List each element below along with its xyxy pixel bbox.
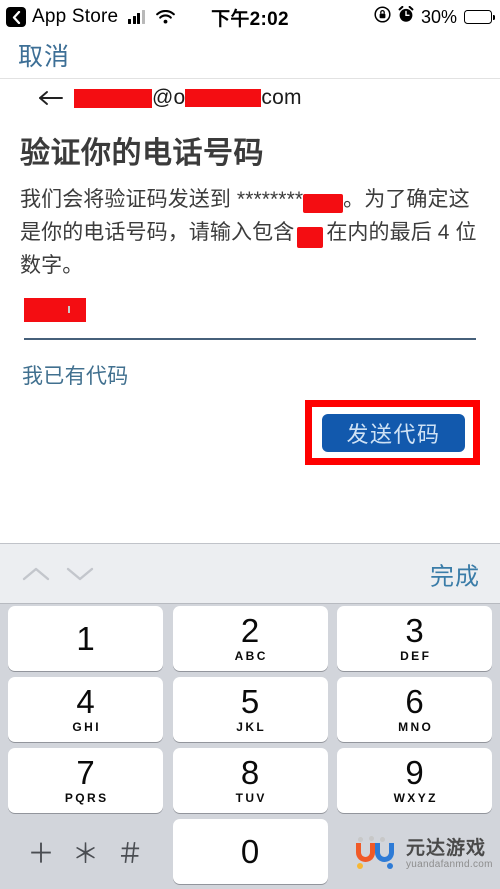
arrow-left-icon[interactable] — [38, 90, 64, 106]
keypad-key-3[interactable]: 3 DEF — [337, 606, 492, 671]
keypad: 1 2 ABC 3 DEF 4 GHI 5 JKL 6 MNO 7 PQRS 8 TUV 9 WXYZ ＋ ＊ ＃… — [0, 603, 500, 889]
account-email-row: @ o com — [0, 78, 500, 117]
status-bar: App Store 下午2:02 30% — [0, 0, 500, 34]
have-code-link[interactable]: 我已有代码 — [22, 360, 129, 390]
account-email-label: @ o com — [74, 86, 302, 110]
instruction-text-part-1: 我们会将验证码发送到 ******** — [20, 188, 304, 211]
keypad-key-letters: DEF — [400, 649, 432, 663]
battery-icon — [464, 10, 496, 24]
keypad-key-number: 6 — [405, 683, 424, 720]
keypad-key-4[interactable]: 4 GHI — [8, 677, 163, 742]
battery-percent-label: 30% — [420, 6, 457, 27]
verification-digits-field[interactable] — [24, 296, 476, 342]
keypad-key-letters: PQRS — [64, 791, 109, 805]
chevron-up-icon[interactable] — [14, 552, 58, 596]
page-title: 验证你的电话号码 — [20, 137, 264, 170]
redaction-email-domain — [185, 89, 262, 107]
keypad-key-number: 3 — [405, 612, 424, 649]
keypad-key-9[interactable]: 9 WXYZ — [337, 748, 492, 813]
keypad-key-number: 8 — [240, 754, 260, 791]
keypad-key-letters: GHI — [72, 720, 101, 734]
cancel-button[interactable]: 取消 — [18, 37, 70, 73]
keypad-key-number: 1 — [76, 620, 95, 657]
keyboard-done-button[interactable]: 完成 — [430, 556, 480, 591]
redaction-email-user — [74, 88, 152, 108]
keypad-key-number: 2 — [240, 612, 260, 649]
instruction-text: 我们会将验证码发送到 ******** 。为了确定这是你的电话号码，请输入包含 在内… — [20, 183, 482, 282]
keypad-key-2[interactable]: 2 ABC — [172, 606, 328, 671]
redaction-input-value — [24, 298, 86, 322]
keypad-key-number: 9 — [405, 754, 424, 791]
keypad-key-number: 5 — [240, 683, 260, 720]
status-bar-right: 30% — [374, 0, 496, 34]
keypad-key-letters: ABC — [234, 649, 268, 663]
send-code-button[interactable]: 发送代码 — [322, 414, 465, 452]
keypad-row: 7 PQRS 8 TUV 9 WXYZ — [0, 748, 500, 816]
text-caret — [68, 306, 70, 313]
keypad-key-symbols[interactable]: ＋ ＊ ＃ — [8, 819, 163, 884]
keypad-key-8[interactable]: 8 TUV — [172, 748, 328, 813]
rotation-lock-icon — [374, 5, 391, 29]
nav-bar: 取消 — [0, 34, 500, 74]
keypad-row: 4 GHI 5 JKL 6 MNO — [0, 677, 500, 745]
keypad-key-1[interactable]: 1 — [8, 606, 163, 671]
keypad-key-letters: JKL — [236, 720, 267, 734]
keypad-key-empty — [337, 819, 492, 884]
keypad-row: 1 2 ABC 3 DEF — [0, 606, 500, 674]
keypad-key-7[interactable]: 7 PQRS — [8, 748, 163, 813]
redaction-digit-hint — [297, 226, 324, 248]
email-at-symbol: @ — [152, 86, 174, 109]
keypad-key-number: 4 — [76, 683, 95, 720]
redaction-phone-tail — [303, 193, 344, 213]
keypad-key-letters: MNO — [398, 720, 434, 734]
keypad-key-0[interactable]: 0 — [172, 819, 328, 884]
keypad-key-number: 0 — [240, 833, 260, 870]
input-underline — [24, 338, 476, 340]
keypad-key-number: 7 — [76, 754, 95, 791]
numeric-keyboard: 完成 1 2 ABC 3 DEF 4 GHI 5 JKL 6 MNO 7 PQRS 8 TUV 9 WXYZ ＋ … — [0, 543, 500, 889]
alarm-clock-icon — [398, 5, 414, 29]
keypad-key-6[interactable]: 6 MNO — [337, 677, 492, 742]
keyboard-accessory-bar: 完成 — [0, 543, 500, 604]
chevron-down-icon[interactable] — [58, 552, 102, 596]
keypad-row: ＋ ＊ ＃ 0 — [0, 819, 500, 887]
keypad-key-letters: WXYZ — [393, 791, 438, 805]
keypad-key-letters: TUV — [235, 791, 267, 805]
keypad-key-5[interactable]: 5 JKL — [172, 677, 328, 742]
phone-screen: App Store 下午2:02 30% 取消 @ o com 验证你的电话号码… — [0, 0, 500, 889]
email-domain-suffix: com — [261, 86, 302, 109]
